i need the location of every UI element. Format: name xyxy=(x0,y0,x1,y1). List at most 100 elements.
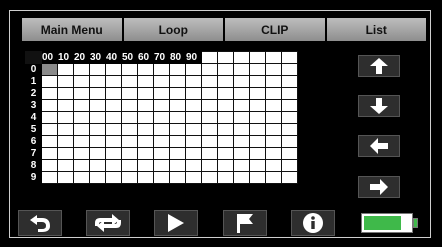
grid-cell[interactable] xyxy=(233,111,250,124)
grid-cell[interactable] xyxy=(137,147,154,160)
grid-cell[interactable] xyxy=(153,171,170,184)
grid-cell[interactable] xyxy=(57,159,74,172)
grid-cell[interactable] xyxy=(281,111,298,124)
grid-cell[interactable] xyxy=(217,87,234,100)
info-button[interactable] xyxy=(291,210,335,236)
grid-cell[interactable] xyxy=(137,63,154,76)
tab-main-menu[interactable]: Main Menu xyxy=(22,18,124,41)
grid-cell[interactable] xyxy=(89,123,106,136)
grid-cell[interactable] xyxy=(73,171,90,184)
grid-cell[interactable] xyxy=(201,123,218,136)
right-button[interactable] xyxy=(358,176,400,198)
grid-cell[interactable] xyxy=(153,123,170,136)
grid-cell[interactable] xyxy=(169,63,186,76)
grid-cell[interactable] xyxy=(217,159,234,172)
grid-cell[interactable] xyxy=(281,99,298,112)
grid-cell[interactable] xyxy=(201,99,218,112)
grid-cell[interactable] xyxy=(105,111,122,124)
grid-cell[interactable] xyxy=(249,111,266,124)
grid-cell[interactable] xyxy=(73,147,90,160)
grid-cell[interactable] xyxy=(105,87,122,100)
grid-cell[interactable] xyxy=(41,87,58,100)
grid-cell[interactable] xyxy=(105,75,122,88)
grid-cell[interactable] xyxy=(153,75,170,88)
grid-cell[interactable] xyxy=(73,87,90,100)
grid-cell[interactable] xyxy=(153,159,170,172)
grid-cell[interactable] xyxy=(137,111,154,124)
grid-cell[interactable] xyxy=(73,135,90,148)
grid-cell[interactable] xyxy=(89,99,106,112)
grid-cell[interactable] xyxy=(217,135,234,148)
grid-cell[interactable] xyxy=(201,63,218,76)
grid-cell[interactable] xyxy=(185,75,202,88)
grid-cell[interactable] xyxy=(185,99,202,112)
grid-cell[interactable] xyxy=(281,123,298,136)
grid-cell[interactable] xyxy=(89,147,106,160)
play-button[interactable] xyxy=(154,210,198,236)
grid-cell[interactable] xyxy=(185,171,202,184)
grid-cell[interactable] xyxy=(105,159,122,172)
grid-cell[interactable] xyxy=(217,99,234,112)
grid-cell[interactable] xyxy=(281,159,298,172)
grid-cell[interactable] xyxy=(169,159,186,172)
grid-cell[interactable] xyxy=(57,147,74,160)
grid-cell[interactable] xyxy=(169,75,186,88)
grid-cell[interactable] xyxy=(41,171,58,184)
grid-cell[interactable] xyxy=(249,147,266,160)
grid-cell[interactable] xyxy=(265,99,282,112)
grid-cell[interactable] xyxy=(137,135,154,148)
grid-cell[interactable] xyxy=(57,111,74,124)
grid-cell[interactable] xyxy=(265,171,282,184)
grid-cell[interactable] xyxy=(201,75,218,88)
grid-cell[interactable] xyxy=(89,63,106,76)
grid-cell[interactable] xyxy=(217,147,234,160)
grid-cell[interactable] xyxy=(121,87,138,100)
grid-cell[interactable] xyxy=(185,63,202,76)
grid-cell[interactable] xyxy=(249,63,266,76)
grid-cell[interactable] xyxy=(121,123,138,136)
grid-cell[interactable] xyxy=(249,171,266,184)
grid-cell[interactable] xyxy=(169,147,186,160)
grid-cell[interactable] xyxy=(73,123,90,136)
grid-cell[interactable] xyxy=(201,87,218,100)
grid-cell[interactable] xyxy=(233,63,250,76)
grid-cell[interactable] xyxy=(281,75,298,88)
grid-cell[interactable] xyxy=(121,99,138,112)
grid-cell[interactable] xyxy=(41,99,58,112)
grid-cell[interactable] xyxy=(265,63,282,76)
grid-cell[interactable] xyxy=(265,123,282,136)
grid-cell[interactable] xyxy=(57,63,74,76)
grid-cell[interactable] xyxy=(121,135,138,148)
grid-cell[interactable] xyxy=(169,99,186,112)
grid-cell[interactable] xyxy=(169,111,186,124)
grid-cell[interactable] xyxy=(121,75,138,88)
grid-cell[interactable] xyxy=(73,63,90,76)
grid-cell[interactable] xyxy=(185,147,202,160)
grid-cell[interactable] xyxy=(153,135,170,148)
grid-cell[interactable] xyxy=(153,147,170,160)
grid-cell[interactable] xyxy=(185,159,202,172)
up-button[interactable] xyxy=(358,55,400,77)
grid-cell[interactable] xyxy=(153,99,170,112)
grid-cell[interactable] xyxy=(89,135,106,148)
grid-cell[interactable] xyxy=(169,171,186,184)
grid-cell[interactable] xyxy=(41,75,58,88)
grid-cell[interactable] xyxy=(233,123,250,136)
grid-cell[interactable] xyxy=(185,87,202,100)
grid-cell[interactable] xyxy=(201,171,218,184)
tab-clip[interactable]: CLIP xyxy=(225,18,327,41)
grid-cell[interactable] xyxy=(185,123,202,136)
grid-cell[interactable] xyxy=(41,147,58,160)
grid-cell[interactable] xyxy=(137,159,154,172)
grid-cell[interactable] xyxy=(201,147,218,160)
grid-cell[interactable] xyxy=(233,135,250,148)
grid-cell[interactable] xyxy=(281,63,298,76)
grid-cell[interactable] xyxy=(121,111,138,124)
grid-cell[interactable] xyxy=(249,87,266,100)
grid-cell[interactable] xyxy=(89,111,106,124)
grid-cell[interactable] xyxy=(153,87,170,100)
grid-cell[interactable] xyxy=(169,123,186,136)
grid-cell[interactable] xyxy=(233,87,250,100)
grid-cell[interactable] xyxy=(57,87,74,100)
grid-cell[interactable] xyxy=(217,63,234,76)
